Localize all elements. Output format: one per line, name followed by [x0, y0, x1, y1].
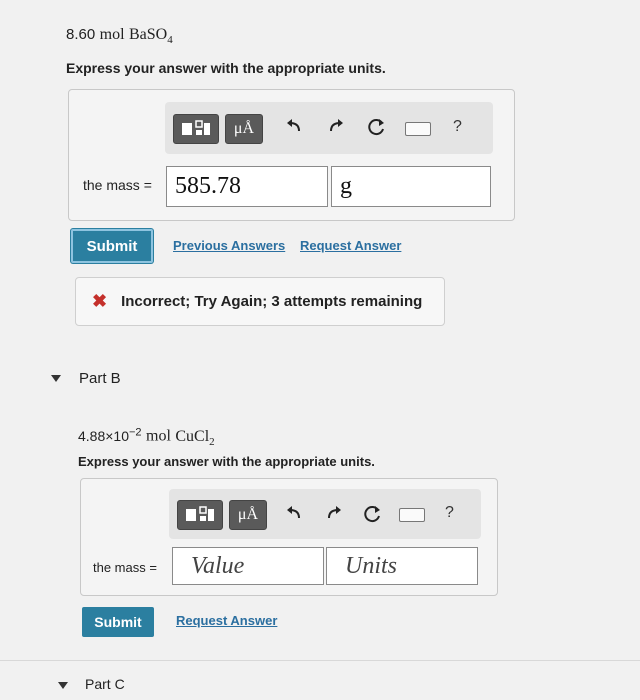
templates-icon [173, 114, 219, 144]
partB-help-icon[interactable]: ? [445, 504, 454, 522]
partB-coefficient: 4.88×10−2 [78, 426, 142, 444]
partA-feedback: ✖ Incorrect; Try Again; 3 attempts remai… [75, 277, 445, 326]
partA-feedback-text: Incorrect; Try Again; 3 attempts remaini… [121, 293, 423, 310]
partB-collapse-toggle[interactable] [51, 375, 61, 382]
partA-units-input[interactable]: g [331, 166, 491, 207]
partB-title: Part B [79, 370, 121, 387]
partA-quantity: 8.60 [66, 26, 96, 43]
partB-instructions: Express your answer with the appropriate… [78, 454, 375, 469]
partB-reset-icon[interactable] [363, 504, 383, 524]
partC-title: Part C [85, 676, 125, 692]
partB-answer-box: μÅ ? the mass = Value Units [80, 478, 498, 596]
partA-redo-icon[interactable] [327, 117, 345, 135]
partA-request-answer-link[interactable]: Request Answer [300, 238, 401, 253]
partB-keyboard-icon[interactable] [399, 508, 425, 522]
partB-answer-label: the mass = [93, 560, 157, 575]
partA-undo-icon[interactable] [285, 117, 303, 135]
partB-formula-sub: 2 [209, 435, 215, 448]
partB-unit: mol [146, 427, 171, 445]
caret-down-icon [51, 375, 61, 382]
mu-angstrom-icon: μÅ [233, 120, 255, 137]
partB-redo-icon[interactable] [325, 504, 343, 522]
partA-formula: BaSO4 [129, 26, 173, 47]
partB-formula: CuCl2 [175, 427, 215, 448]
partA-formula-sub: 4 [167, 34, 173, 47]
partB-templates-button[interactable] [177, 500, 223, 530]
partA-previous-answers-link[interactable]: Previous Answers [173, 238, 285, 253]
partB-problem: 4.88×10−2 mol CuCl2 [78, 426, 215, 448]
partA-formula-base: BaSO [129, 26, 168, 43]
partA-value-input[interactable]: 585.78 [166, 166, 328, 207]
partB-exponent: −2 [129, 426, 142, 438]
partB-formula-base: CuCl [175, 427, 210, 445]
partA-units-symbol-button[interactable]: μÅ [225, 114, 263, 144]
partB-coef: 4.88×10 [78, 427, 129, 444]
partB-undo-icon[interactable] [285, 504, 303, 522]
partA-unit: mol [99, 26, 125, 43]
partA-answer-box: μÅ ? the mass = 585.78 g [68, 89, 515, 221]
templates-icon [177, 500, 223, 530]
partB-units-symbol-button[interactable]: μÅ [229, 500, 267, 530]
incorrect-x-icon: ✖ [92, 291, 108, 311]
partA-instructions: Express your answer with the appropriate… [66, 60, 386, 76]
partB-toolbar: μÅ ? [169, 489, 481, 539]
partA-help-label: ? [453, 118, 462, 135]
partB-value-input[interactable]: Value [172, 547, 324, 585]
mu-angstrom-icon: μÅ [237, 506, 259, 523]
partA-problem: 8.60 mol BaSO4 [66, 26, 173, 46]
partA-answer-label: the mass = [83, 177, 152, 193]
partB-help-label: ? [445, 504, 454, 521]
partA-toolbar: μÅ ? [165, 102, 493, 154]
partA-reset-icon[interactable] [367, 117, 387, 137]
partA-templates-button[interactable] [173, 114, 219, 144]
partA-keyboard-icon[interactable] [405, 122, 431, 136]
partB-submit-button[interactable]: Submit [82, 607, 154, 637]
partA-submit-button[interactable]: Submit [71, 229, 153, 263]
partB-units-input[interactable]: Units [326, 547, 478, 585]
partA-help-icon[interactable]: ? [453, 118, 462, 136]
partB-request-answer-link[interactable]: Request Answer [176, 613, 277, 628]
page: 8.60 mol BaSO4 Express your answer with … [0, 0, 640, 700]
section-divider [0, 660, 640, 661]
partC-collapse-toggle[interactable] [58, 682, 68, 689]
caret-down-icon [58, 682, 68, 689]
